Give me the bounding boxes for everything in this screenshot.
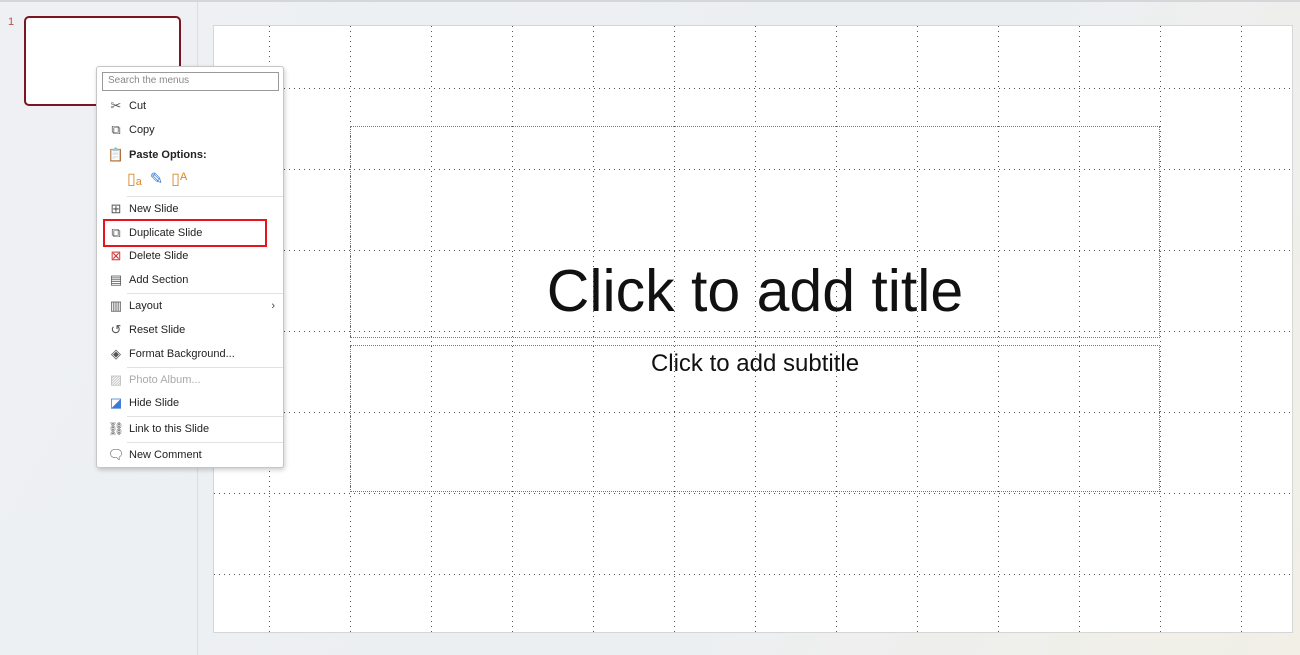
menu-label: Copy — [129, 124, 155, 136]
menu-item-format-background[interactable]: ◈ Format Background... — [99, 343, 281, 365]
menu-label: Hide Slide — [129, 397, 180, 409]
menu-item-delete-slide[interactable]: ⊠ Delete Slide — [99, 245, 281, 267]
copy-icon: ⧉ — [111, 122, 121, 137]
delete-slide-icon: ⊠ — [110, 248, 122, 263]
comment-icon: 🗨 — [107, 447, 125, 462]
menu-item-reset-slide[interactable]: ↺ Reset Slide — [99, 319, 281, 341]
menu-label: Cut — [129, 100, 147, 112]
menu-item-photo-album: ▨ Photo Album... — [99, 369, 281, 391]
use-destination-theme-icon[interactable]: ✎ — [150, 169, 163, 189]
subtitle-placeholder[interactable]: Click to add subtitle — [350, 345, 1160, 492]
section-icon: ▤ — [109, 272, 123, 287]
menu-label: Link to this Slide — [129, 423, 210, 435]
separator — [127, 196, 283, 197]
separator — [127, 293, 283, 294]
menu-item-layout[interactable]: ▥ Layout › — [99, 295, 281, 317]
format-background-icon: ◈ — [111, 346, 121, 361]
separator — [127, 416, 283, 417]
layout-icon: ▥ — [109, 298, 123, 313]
paste-icon: 📋 — [107, 147, 125, 162]
link-icon: ⛓ — [107, 421, 125, 436]
menu-label: New Slide — [129, 203, 179, 215]
menu-label: New Comment — [129, 449, 202, 461]
menu-item-link-to-slide[interactable]: ⛓ Link to this Slide — [99, 418, 281, 440]
reset-icon: ↺ — [110, 322, 122, 337]
menu-label: Delete Slide — [129, 250, 189, 262]
context-menu: Search the menus ✂ Cut ⧉ Copy 📋 Paste Optio… — [96, 66, 284, 468]
menu-item-hide-slide[interactable]: ◪ Hide Slide — [99, 392, 281, 414]
subtitle-text: Click to add subtitle — [650, 350, 860, 377]
highlight-box — [103, 219, 267, 247]
photo-album-icon: ▨ — [109, 372, 123, 387]
menu-item-copy[interactable]: ⧉ Copy — [99, 119, 281, 141]
menu-item-new-comment[interactable]: 🗨 New Comment — [99, 444, 281, 466]
menu-item-paste-options: 📋 Paste Options: — [99, 144, 281, 166]
slide-number: 1 — [8, 16, 15, 28]
keep-source-formatting-icon[interactable]: ▯ₐ — [127, 169, 142, 189]
separator — [127, 442, 283, 443]
keep-text-only-icon[interactable]: ▯ᴬ — [171, 169, 187, 189]
title-text: Click to add title — [546, 258, 964, 324]
new-slide-icon: ⊞ — [110, 201, 122, 216]
menu-label: Paste Options: — [129, 149, 207, 161]
menu-label: Add Section — [129, 274, 189, 286]
title-placeholder[interactable]: Click to add title — [350, 126, 1160, 338]
menu-label: Format Background... — [129, 348, 235, 360]
menu-label: Layout — [129, 300, 163, 312]
menu-item-new-slide[interactable]: ⊞ New Slide — [99, 198, 281, 220]
chevron-right-icon: › — [271, 300, 275, 312]
slide-canvas[interactable]: Click to add title Click to add subtitle — [213, 25, 1294, 634]
paste-options-row: ▯ₐ ✎ ▯ᴬ — [127, 169, 187, 189]
menu-item-add-section[interactable]: ▤ Add Section — [99, 269, 281, 291]
scissors-icon: ✂ — [110, 98, 122, 113]
separator — [127, 367, 283, 368]
menu-label: Reset Slide — [129, 324, 186, 336]
search-menus-input[interactable]: Search the menus — [102, 72, 279, 91]
menu-label: Photo Album... — [129, 374, 201, 386]
hide-slide-icon: ◪ — [109, 395, 123, 410]
menu-item-cut[interactable]: ✂ Cut — [99, 95, 281, 117]
